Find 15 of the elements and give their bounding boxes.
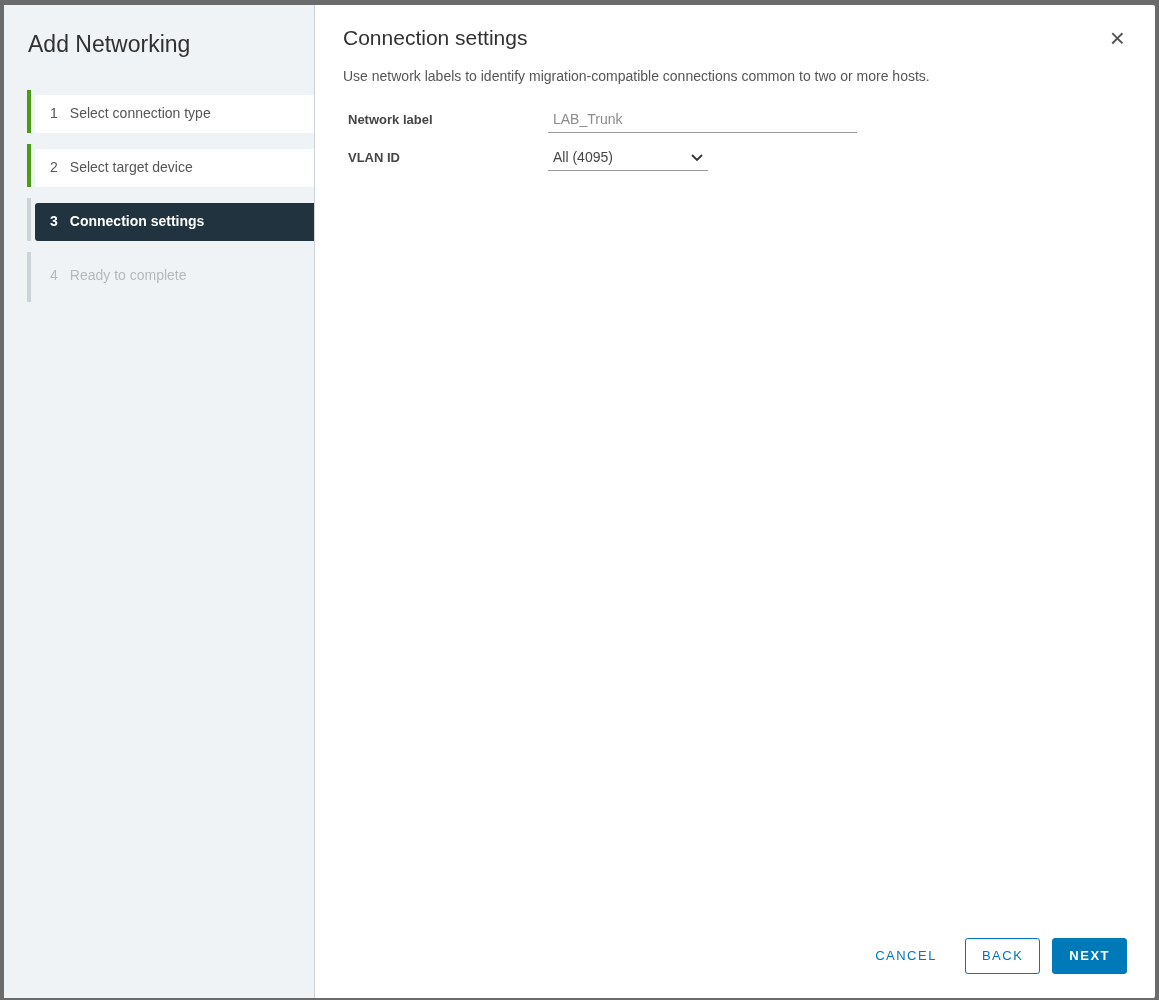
wizard-step[interactable]: 1 Select connection type — [35, 94, 314, 133]
page-title: Connection settings — [343, 25, 528, 51]
chevron-down-icon — [691, 153, 703, 162]
back-button[interactable]: BACK — [964, 938, 1041, 974]
field-label: VLAN ID — [347, 149, 401, 168]
wizard-step[interactable]: 2 Select target device — [35, 148, 314, 187]
field-label: Network label — [347, 111, 434, 130]
wizard-step: 4 Ready to complete — [35, 256, 314, 295]
wizard-title: Add Networking — [28, 30, 192, 59]
vlan-select[interactable]: All (4095) — [548, 145, 708, 171]
next-button[interactable]: NEXT — [1052, 938, 1127, 974]
description: Use network labels to identify migration-compatible connections common to two or more hosts. — [343, 67, 931, 86]
cancel-button[interactable]: CANCEL — [859, 938, 953, 974]
wizard-step[interactable]: 3 Connection settings — [35, 202, 314, 241]
close-button[interactable]: × — [1107, 25, 1127, 51]
